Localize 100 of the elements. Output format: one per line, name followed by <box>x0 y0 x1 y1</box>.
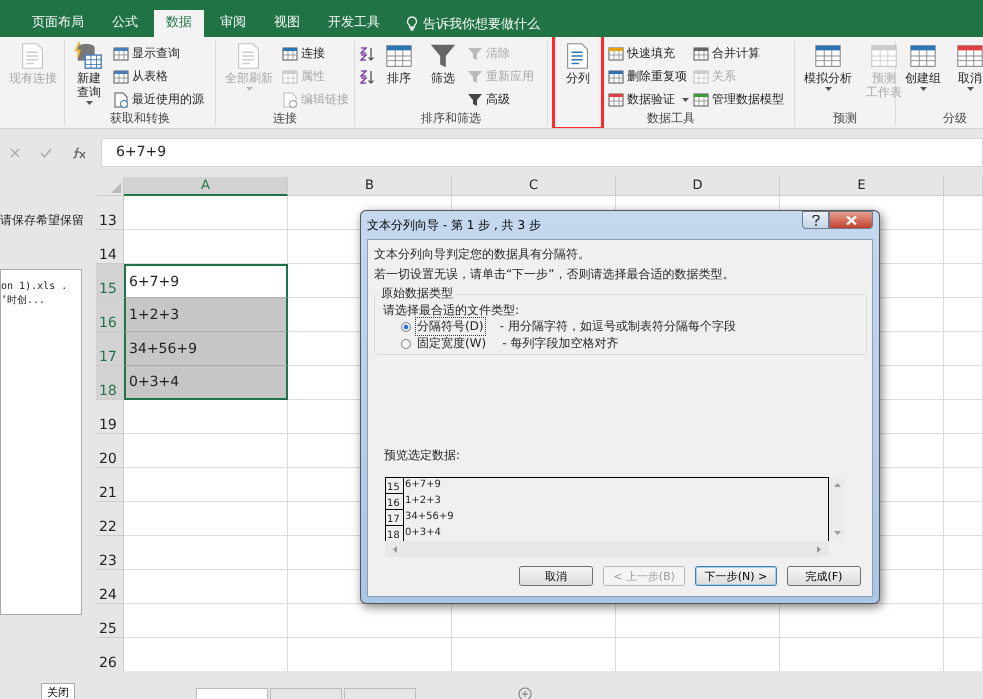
preview-row-number: 17 <box>386 510 404 526</box>
ribbon-tab[interactable]: 视图 <box>262 10 312 37</box>
column-header[interactable] <box>944 177 983 196</box>
column-header[interactable]: B <box>288 177 452 196</box>
row-header[interactable]: 13 <box>96 196 124 230</box>
formula-input[interactable]: 6+7+9 <box>101 138 983 167</box>
corner-triangle-icon <box>111 183 121 193</box>
group-title: 原始数据类型 <box>379 285 455 302</box>
radio-button[interactable] <box>401 338 411 348</box>
sort-ascending-icon <box>359 46 375 62</box>
help-button[interactable] <box>802 211 829 229</box>
table-cell <box>944 536 983 570</box>
pane-message: 请保存希望保留 <box>0 212 84 229</box>
ribbon-button[interactable]: 快速填充 <box>608 43 689 64</box>
dialog-button[interactable]: 完成(F) <box>787 566 861 586</box>
ribbon-button[interactable]: 排序 <box>379 38 419 110</box>
dialog-button[interactable]: 下一步(N) > <box>695 566 777 586</box>
dialog-button[interactable]: 取消 <box>519 566 593 586</box>
row-header[interactable]: 17 <box>96 332 124 366</box>
row-header[interactable]: 16 <box>96 298 124 332</box>
preview-value: 0+3+4 <box>404 526 441 540</box>
row-header[interactable]: 19 <box>96 400 124 434</box>
close-icon <box>846 216 856 224</box>
sheet-tab[interactable] <box>270 688 342 699</box>
ribbon-button[interactable]: 筛选 <box>423 38 463 110</box>
row-header[interactable]: 20 <box>96 434 124 468</box>
file-list-item[interactable]: ’时创... <box>1 294 81 308</box>
ribbon-tab[interactable]: 页面布局 <box>20 10 96 37</box>
ribbon-button[interactable]: 高级 <box>467 89 534 110</box>
ribbon-button[interactable]: 分列 <box>552 37 604 128</box>
row-header[interactable]: 21 <box>96 468 124 502</box>
column-header[interactable]: C <box>452 177 616 196</box>
preview-row-number: 15 <box>386 478 404 494</box>
close-button[interactable]: 关闭 <box>41 683 75 699</box>
column-header[interactable]: A <box>124 177 288 196</box>
table-cell <box>944 434 983 468</box>
ribbon-button[interactable]: 取消 <box>950 38 983 110</box>
file-list-item[interactable]: on 1).xls . <box>1 280 81 294</box>
caret-icon <box>966 87 974 91</box>
instruction-text: 文本分列向导判定您的数据具有分隔符。 <box>374 246 591 263</box>
column-header[interactable]: E <box>780 177 944 196</box>
group-label: 排序和筛选 <box>420 110 482 126</box>
row-header[interactable]: 22 <box>96 502 124 536</box>
caret-icon <box>920 87 926 91</box>
tell-me-search[interactable]: 告诉我你想要做什么 <box>406 10 540 37</box>
ribbon-tab[interactable]: 数据 <box>154 10 204 37</box>
ribbon-button[interactable]: 删除重复项 <box>608 66 689 87</box>
ribbon-button[interactable]: 数据验证 <box>608 89 689 110</box>
cancel-icon[interactable] <box>10 148 20 158</box>
row-header[interactable]: 23 <box>96 536 124 570</box>
row-header[interactable]: 14 <box>96 230 124 264</box>
ribbon-button[interactable]: 管理数据模型 <box>693 89 784 110</box>
group-label: 分级 <box>942 110 968 126</box>
ribbon-tab[interactable]: 公式 <box>100 10 150 37</box>
right-arrow-icon <box>817 546 821 552</box>
row-header[interactable]: 26 <box>96 638 124 671</box>
table-cell: 0+3+4 <box>124 366 288 400</box>
check-icon[interactable] <box>40 148 52 158</box>
table-cell <box>944 502 983 536</box>
sheet-tab[interactable] <box>196 688 268 699</box>
left-arrow-icon <box>393 546 397 552</box>
ribbon-button[interactable]: 合并计算 <box>693 43 784 64</box>
ribbon-tab[interactable]: 开发工具 <box>316 10 392 37</box>
horizontal-scrollbar[interactable] <box>385 541 829 557</box>
row-header[interactable]: 15 <box>96 264 124 298</box>
row-header[interactable]: 25 <box>96 604 124 638</box>
column-header[interactable]: D <box>616 177 780 196</box>
radio-button[interactable] <box>401 322 411 332</box>
table-cell: 6+7+9 <box>124 264 288 298</box>
ribbon-button[interactable]: 从表格 <box>113 66 204 87</box>
ribbon-button[interactable]: 新建 查询 <box>69 38 109 110</box>
ribbon-button[interactable]: 连接 <box>282 43 349 64</box>
option-label[interactable]: 固定宽度(W) <box>415 334 488 353</box>
table-cell <box>944 570 983 604</box>
prompt-text: 请选择最合适的文件类型: <box>383 302 520 318</box>
ribbon-button[interactable]: 模拟分析 <box>799 38 857 110</box>
preview-value: 34+56+9 <box>404 510 454 524</box>
function-icon[interactable] <box>72 146 86 158</box>
sheet-tab[interactable] <box>344 688 416 699</box>
option-label[interactable]: 分隔符号(D) <box>415 317 486 336</box>
vertical-scrollbar[interactable] <box>829 477 845 541</box>
close-button[interactable] <box>829 211 873 229</box>
instruction-text: 若一切设置无误，请单击“下一步”，否则请选择最合适的数据类型。 <box>374 266 736 283</box>
row-header[interactable]: 18 <box>96 366 124 400</box>
ribbon-button[interactable]: 最近使用的源 <box>113 89 204 110</box>
group-label: 连接 <box>272 110 298 126</box>
ribbon-button[interactable]: 显示查询 <box>113 43 204 64</box>
table-cell <box>944 298 983 332</box>
group-label: 获取和转换 <box>109 110 171 126</box>
row-header[interactable]: 24 <box>96 570 124 604</box>
table-cell: 34+56+9 <box>124 332 288 366</box>
tell-me-text: 告诉我你想要做什么 <box>423 16 540 32</box>
filter-icon <box>467 68 483 84</box>
table-cell <box>944 604 983 638</box>
lightbulb-icon <box>406 16 418 31</box>
add-sheet-icon[interactable] <box>518 687 532 699</box>
caret-icon <box>246 87 252 91</box>
question-icon <box>812 214 820 226</box>
ribbon-tab[interactable]: 审阅 <box>208 10 258 37</box>
filter-icon <box>467 92 483 108</box>
